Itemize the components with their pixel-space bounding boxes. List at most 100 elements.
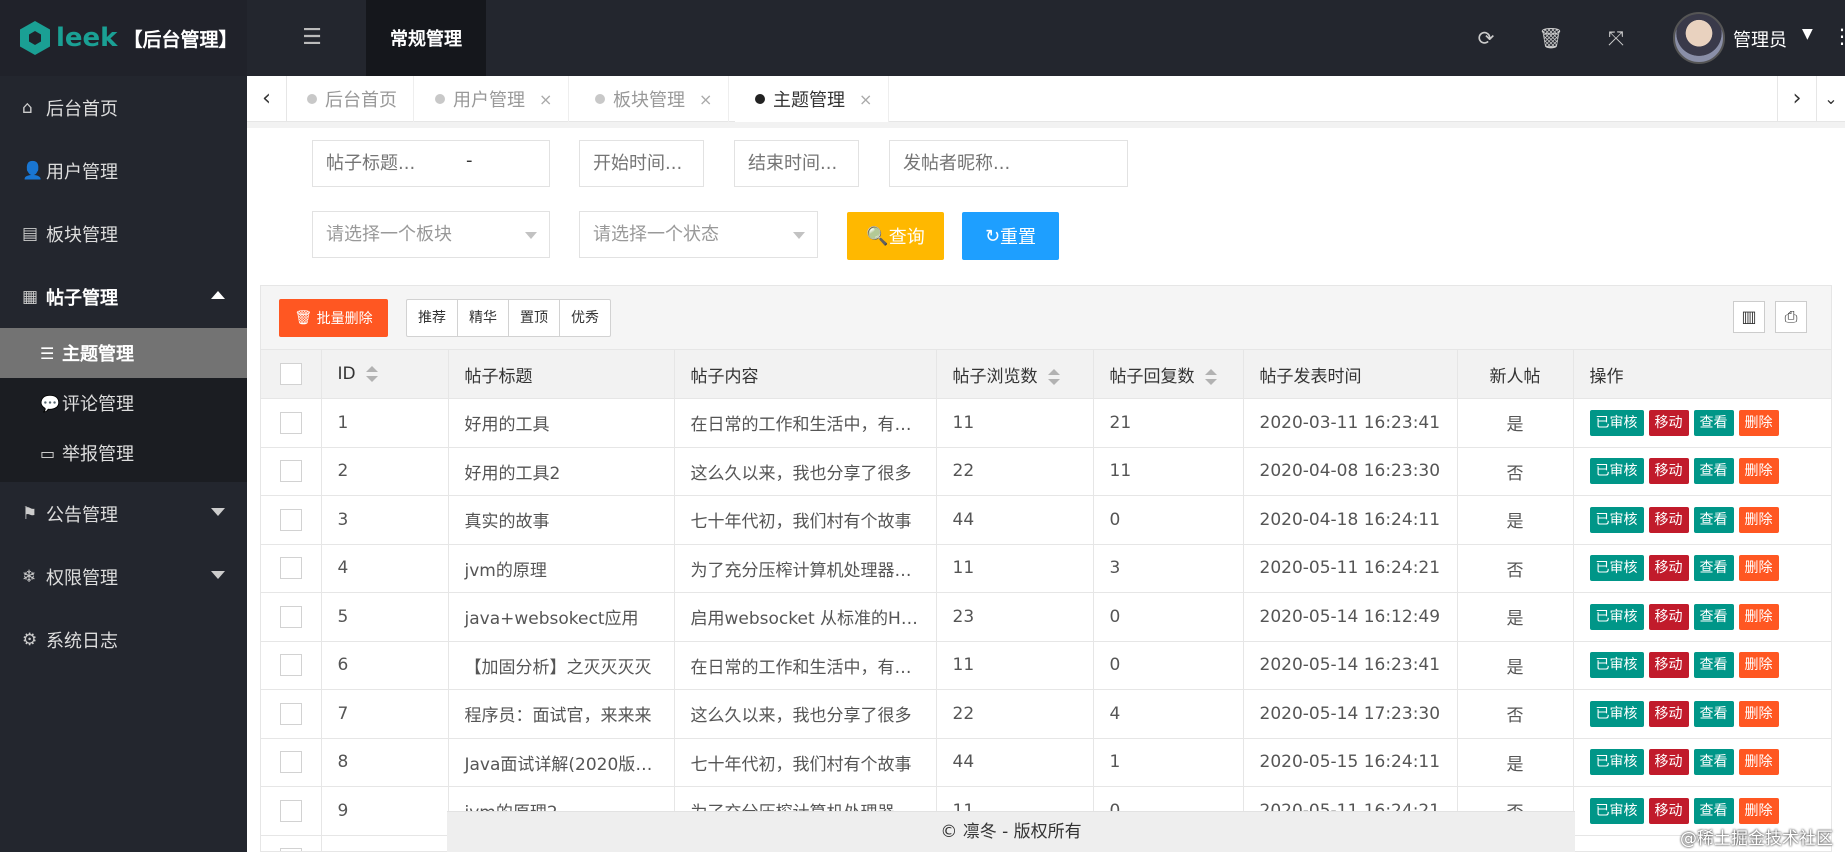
row-checkbox[interactable] — [279, 654, 302, 677]
close-icon[interactable]: × — [859, 90, 872, 109]
table-row[interactable]: 3 真实的故事 七十年代初，我们村有个故事 44 0 2020-04-18 16:24:1… — [261, 495, 1831, 545]
nickname-input[interactable] — [889, 140, 1128, 187]
view-button[interactable]: 查看 — [1693, 603, 1734, 630]
column-header-id[interactable]: ID — [321, 350, 449, 399]
approved-button[interactable]: 已审核 — [1589, 603, 1644, 630]
select-all-checkbox[interactable] — [279, 363, 302, 385]
delete-button[interactable]: 删除 — [1738, 797, 1779, 824]
table-row[interactable]: 7 程序员：面试官，来来来 这么久以来，我也分享了很多 22 4 2020-05-14 1… — [261, 689, 1831, 739]
column-header-views[interactable]: 帖子浏览数 — [936, 350, 1094, 399]
fullscreen-icon[interactable]: ⤧ — [1602, 24, 1630, 52]
row-checkbox[interactable] — [279, 605, 302, 628]
tab-topics[interactable]: 主题管理 × — [735, 76, 890, 122]
move-button[interactable]: 移动 — [1648, 458, 1689, 485]
approved-button[interactable]: 已审核 — [1589, 797, 1644, 824]
row-checkbox[interactable] — [279, 848, 302, 851]
approved-button[interactable]: 已审核 — [1589, 749, 1644, 776]
user-name[interactable]: 管理员 — [1733, 26, 1787, 52]
tab-users[interactable]: 用户管理 × — [415, 76, 570, 122]
sidebar-subitem-topics[interactable]: ☰ 主题管理 — [0, 328, 247, 378]
view-button[interactable]: 查看 — [1693, 506, 1734, 533]
delete-button[interactable]: 删除 — [1738, 749, 1779, 776]
row-checkbox[interactable] — [279, 702, 302, 725]
delete-button[interactable]: 删除 — [1738, 409, 1779, 436]
delete-button[interactable]: 删除 — [1738, 506, 1779, 533]
row-checkbox[interactable] — [279, 508, 302, 531]
move-button[interactable]: 移动 — [1648, 652, 1689, 679]
sidebar-subitem-comments[interactable]: 💬 评论管理 — [0, 378, 247, 428]
sort-icon[interactable] — [1204, 368, 1217, 385]
chevron-down-icon[interactable]: ▼ — [1802, 26, 1813, 42]
delete-button[interactable]: 删除 — [1738, 458, 1779, 485]
view-button[interactable]: 查看 — [1693, 749, 1734, 776]
view-button[interactable]: 查看 — [1693, 555, 1734, 582]
row-checkbox[interactable] — [279, 751, 302, 774]
column-header-replies[interactable]: 帖子回复数 — [1093, 350, 1244, 399]
query-button[interactable]: 🔍 查询 — [847, 212, 944, 260]
tab-next-icon[interactable]: › — [1777, 76, 1817, 122]
sidebar-toggle-icon[interactable]: ☰ — [300, 26, 324, 50]
table-row[interactable]: 1好用的工具在日常的工作和生活中，有很多好用的工具11212020-03-11 … — [261, 398, 1831, 448]
tab-home[interactable]: 后台首页 — [287, 76, 414, 122]
approved-button[interactable]: 已审核 — [1589, 458, 1644, 485]
close-icon[interactable]: × — [699, 90, 712, 109]
status-select[interactable]: 请选择一个状态 — [579, 211, 818, 258]
table-row[interactable]: 5java+websokect应用启用websocket 从标准的HTTP协议2… — [261, 592, 1831, 642]
post-title-input[interactable] — [312, 140, 550, 187]
delete-button[interactable]: 删除 — [1738, 652, 1779, 679]
move-button[interactable]: 移动 — [1648, 797, 1689, 824]
close-icon[interactable]: × — [539, 90, 552, 109]
sort-icon[interactable] — [365, 366, 378, 382]
columns-icon[interactable]: ▥ — [1733, 301, 1765, 333]
row-checkbox[interactable] — [279, 799, 302, 822]
tab-menu-icon[interactable]: ⌄ — [1817, 76, 1845, 122]
view-button[interactable]: 查看 — [1693, 652, 1734, 679]
sidebar-item-posts[interactable]: ▦ 帖子管理 — [0, 265, 247, 328]
table-row[interactable]: 4 jvm的原理 为了充分压榨计算机处理器的性能 11 3 2020-05-11 16:2… — [261, 544, 1831, 593]
move-button[interactable]: 移动 — [1648, 749, 1689, 776]
approved-button[interactable]: 已审核 — [1589, 555, 1644, 582]
delete-button[interactable]: 删除 — [1738, 603, 1779, 630]
view-button[interactable]: 查看 — [1693, 700, 1734, 727]
move-button[interactable]: 移动 — [1648, 555, 1689, 582]
view-button[interactable]: 查看 — [1693, 409, 1734, 436]
trash-icon[interactable]: 🗑 — [1537, 24, 1565, 52]
sidebar-item-boards[interactable]: ▤ 板块管理 — [0, 202, 247, 265]
sidebar-subitem-reports[interactable]: ▭ 举报管理 — [0, 428, 247, 478]
excellent-button[interactable]: 优秀 — [560, 300, 610, 336]
view-button[interactable]: 查看 — [1693, 797, 1734, 824]
end-time-input[interactable] — [734, 140, 859, 187]
approved-button[interactable]: 已审核 — [1589, 409, 1644, 436]
row-checkbox[interactable] — [279, 411, 302, 434]
tab-prev-icon[interactable]: ‹ — [247, 76, 287, 122]
delete-button[interactable]: 删除 — [1738, 555, 1779, 582]
move-button[interactable]: 移动 — [1648, 700, 1689, 727]
view-button[interactable]: 查看 — [1693, 458, 1734, 485]
reset-button[interactable]: ↻ 重置 — [962, 212, 1059, 260]
essence-button[interactable]: 精华 — [458, 300, 509, 336]
sidebar-item-users[interactable]: 👤 用户管理 — [0, 139, 247, 202]
sidebar-item-home[interactable]: ⌂ 后台首页 — [0, 76, 247, 139]
sidebar-item-notices[interactable]: ⚑ 公告管理 — [0, 482, 247, 545]
avatar[interactable] — [1673, 12, 1725, 64]
tab-boards[interactable]: 板块管理 × — [575, 76, 730, 122]
sidebar-item-logs[interactable]: ⚙ 系统日志 — [0, 608, 247, 671]
delete-button[interactable]: 删除 — [1738, 700, 1779, 727]
more-icon[interactable]: ⋮ — [1832, 24, 1845, 48]
move-button[interactable]: 移动 — [1648, 506, 1689, 533]
table-row[interactable]: 6【加固分析】之灭灭灭灭在日常的工作和生活中，有很多好用的工具1102020-0… — [261, 641, 1831, 690]
sidebar-item-permissions[interactable]: ❄ 权限管理 — [0, 545, 247, 608]
batch-delete-button[interactable]: 🗑 批量删除 — [279, 299, 388, 337]
move-button[interactable]: 移动 — [1648, 409, 1689, 436]
move-button[interactable]: 移动 — [1648, 603, 1689, 630]
approved-button[interactable]: 已审核 — [1589, 506, 1644, 533]
logo[interactable]: leek 【后台管理】 — [0, 0, 247, 76]
header-tab-general[interactable]: 常规管理 — [366, 0, 486, 76]
board-select[interactable]: 请选择一个板块 — [312, 211, 550, 258]
sort-icon[interactable] — [1047, 368, 1060, 385]
recommend-button[interactable]: 推荐 — [407, 300, 458, 336]
refresh-icon[interactable]: ⟳ — [1472, 24, 1500, 52]
table-row[interactable]: 8 Java面试详解(2020版本) 七十年代初，我们村有个故事 44 1 2020-05… — [261, 738, 1831, 787]
row-checkbox[interactable] — [279, 460, 302, 483]
row-checkbox[interactable] — [279, 557, 302, 580]
